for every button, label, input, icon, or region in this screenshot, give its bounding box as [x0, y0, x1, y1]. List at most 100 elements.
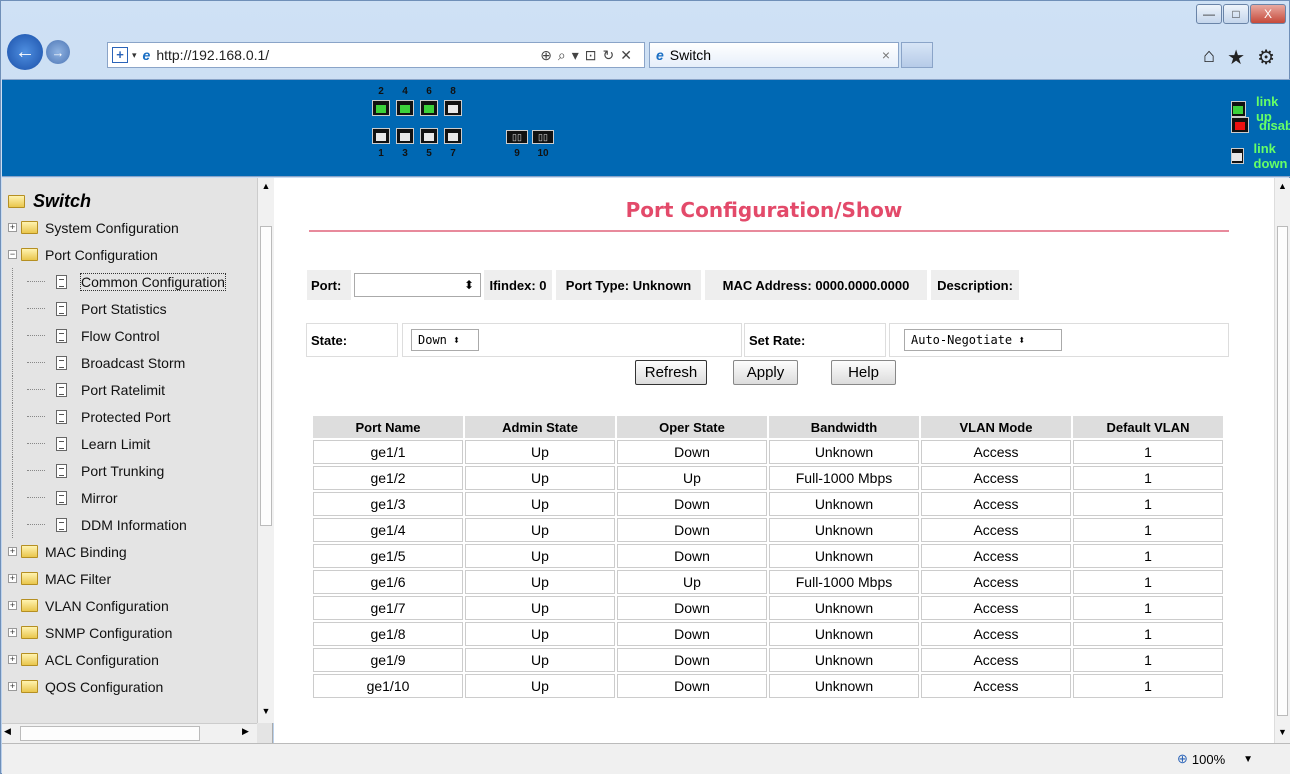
sfp-port-9-icon[interactable]: ▯▯ [506, 130, 528, 144]
home-icon[interactable]: ⌂ [1203, 45, 1215, 70]
table-cell: ge1/6 [313, 570, 463, 594]
table-row: ge1/3 Up Down Unknown Access 1 [313, 492, 1223, 516]
sidebar-item[interactable]: Port Trunking [8, 457, 252, 484]
port-1-icon[interactable] [372, 128, 390, 144]
maximize-button[interactable]: □ [1223, 4, 1249, 24]
sfp-port-10-icon[interactable]: ▯▯ [532, 130, 554, 144]
sidebar-vertical-scrollbar[interactable]: ▲ ▼ [257, 178, 274, 723]
port-8-icon[interactable] [444, 100, 462, 116]
sidebar-item[interactable]: − Port Configuration [8, 241, 252, 268]
scroll-up-icon[interactable]: ▲ [258, 178, 274, 195]
sidebar-item[interactable]: Flow Control [8, 322, 252, 349]
settings-gear-icon[interactable]: ⚙ [1257, 45, 1275, 70]
sidebar-item[interactable]: Mirror [8, 484, 252, 511]
tab-switch[interactable]: e Switch × [649, 42, 899, 68]
expand-toggle-icon[interactable]: + [8, 628, 17, 637]
main-scroll-down-icon[interactable]: ▼ [1275, 724, 1290, 741]
table-cell: 1 [1073, 622, 1223, 646]
sidebar-item[interactable]: Broadcast Storm [8, 349, 252, 376]
back-icon[interactable]: ← [7, 34, 43, 70]
tree-connector [12, 322, 56, 349]
sidebar-item[interactable]: + VLAN Configuration [8, 592, 252, 619]
expand-toggle-icon[interactable]: + [8, 547, 17, 556]
folder-icon [21, 626, 38, 639]
main-vertical-scrollbar[interactable]: ▲ ▼ [1274, 178, 1290, 743]
sidebar-item[interactable]: Common Configuration [8, 268, 252, 295]
expand-toggle-icon[interactable]: + [8, 655, 17, 664]
port-number-label: 2 [378, 86, 384, 97]
sidebar-item[interactable]: + SNMP Configuration [8, 619, 252, 646]
favorites-star-icon[interactable]: ★ [1227, 45, 1245, 70]
table-cell: 1 [1073, 544, 1223, 568]
sidebar-item[interactable]: Protected Port [8, 403, 252, 430]
port-table: Port Name Admin State Oper State Bandwidth V… [311, 414, 1225, 700]
rate-select[interactable]: Auto-Negotiate ⬍ [904, 329, 1062, 351]
sidebar-scroll-thumb[interactable] [260, 226, 272, 526]
sidebar-item-label: SNMP Configuration [45, 624, 173, 641]
forward-icon[interactable]: → [46, 40, 70, 64]
table-cell: ge1/3 [313, 492, 463, 516]
port-6-icon[interactable] [420, 100, 438, 116]
state-select[interactable]: Down ⬍ [411, 329, 479, 351]
sidebar-hscroll-thumb[interactable] [20, 726, 200, 741]
port-label: Port: [306, 269, 352, 301]
expand-toggle-icon[interactable]: + [8, 682, 17, 691]
main-scroll-thumb[interactable] [1277, 226, 1288, 716]
close-window-button[interactable]: X [1250, 4, 1286, 24]
table-cell: Down [617, 596, 767, 620]
new-tab-button[interactable] [901, 42, 933, 68]
sidebar-item[interactable]: + ACL Configuration [8, 646, 252, 673]
sidebar-item[interactable]: + MAC Binding [8, 538, 252, 565]
address-text[interactable]: http://192.168.0.1/ [156, 47, 269, 63]
port-7-icon[interactable] [444, 128, 462, 144]
folder-icon [21, 248, 38, 261]
main-scroll-up-icon[interactable]: ▲ [1275, 178, 1290, 195]
table-cell: Down [617, 622, 767, 646]
sidebar-item-label: ACL Configuration [45, 651, 159, 668]
table-cell: 1 [1073, 466, 1223, 490]
ifindex-text: Ifindex: 0 [483, 269, 553, 301]
zoom-dropdown-icon[interactable]: ▼ [1243, 754, 1253, 765]
sidebar-horizontal-scrollbar[interactable]: ◀ ▶ [2, 723, 257, 743]
port-select[interactable]: ⬍ [354, 273, 481, 297]
table-cell: Up [465, 674, 615, 698]
port-4-icon[interactable] [396, 100, 414, 116]
scroll-left-icon[interactable]: ◀ [4, 726, 11, 737]
sidebar-item[interactable]: + QOS Configuration [8, 673, 252, 700]
expand-toggle-icon[interactable]: + [8, 223, 17, 232]
sidebar-item[interactable]: Port Statistics [8, 295, 252, 322]
folder-icon [21, 572, 38, 585]
expand-toggle-icon[interactable]: + [8, 574, 17, 583]
tree-connector [12, 484, 56, 511]
port-5-icon[interactable] [420, 128, 438, 144]
tree-root[interactable]: Switch [8, 188, 252, 214]
zoom-control[interactable]: ⊕ 100% ▼ [1177, 751, 1253, 767]
scroll-down-icon[interactable]: ▼ [258, 703, 274, 720]
sidebar-item[interactable]: + MAC Filter [8, 565, 252, 592]
zoom-icon: ⊕ [1177, 751, 1188, 766]
expand-toggle-icon[interactable]: − [8, 250, 17, 259]
sidebar-item-label: Port Configuration [45, 246, 158, 263]
compat-icon[interactable]: + [112, 47, 128, 63]
sidebar-item[interactable]: Port Ratelimit [8, 376, 252, 403]
expand-toggle-icon[interactable]: + [8, 601, 17, 610]
title-bar: — □ X [1, 1, 1290, 29]
minimize-button[interactable]: — [1196, 4, 1222, 24]
sidebar-item[interactable]: Learn Limit [8, 430, 252, 457]
tab-close-icon[interactable]: × [882, 47, 890, 63]
table-cell: ge1/1 [313, 440, 463, 464]
address-actions-icon[interactable]: ⊕⌕▾⊡↻✕ [540, 47, 638, 64]
apply-button[interactable]: Apply [733, 360, 798, 385]
sidebar-item[interactable]: DDM Information [8, 511, 252, 538]
address-bar[interactable]: + ▾ e http://192.168.0.1/ ⊕⌕▾⊡↻✕ [107, 42, 645, 68]
scroll-right-icon[interactable]: ▶ [242, 726, 249, 737]
sidebar-item[interactable]: + System Configuration [8, 214, 252, 241]
refresh-button[interactable]: Refresh [635, 360, 707, 385]
port-3-icon[interactable] [396, 128, 414, 144]
port-number-label: 3 [402, 148, 408, 159]
dropdown-arrow-icon[interactable]: ▾ [132, 50, 137, 61]
table-cell: Access [921, 440, 1071, 464]
column-header: Bandwidth [769, 416, 919, 438]
port-2-icon[interactable] [372, 100, 390, 116]
help-button[interactable]: Help [831, 360, 896, 385]
